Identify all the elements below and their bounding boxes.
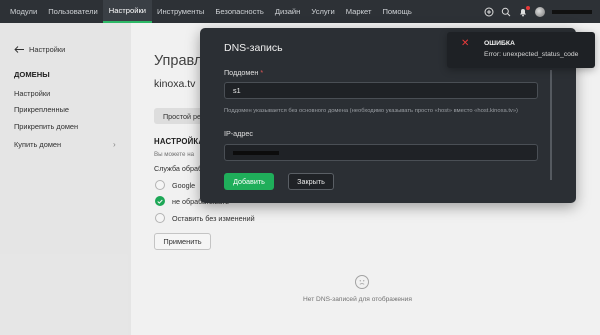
nav-tools[interactable]: Инструменты xyxy=(152,0,210,23)
top-navigation: Модули Пользователи Настройки Инструмент… xyxy=(0,0,600,23)
subdomain-value: s1 xyxy=(233,86,241,95)
subdomain-input[interactable]: s1 xyxy=(224,82,538,99)
toast-title: ОШИБКА xyxy=(484,40,515,47)
required-mark: * xyxy=(260,68,264,77)
nav-settings[interactable]: Настройки xyxy=(103,0,152,23)
nav-modules[interactable]: Модули xyxy=(0,0,43,23)
ip-label: IP-адрес xyxy=(224,129,253,138)
search-icon[interactable] xyxy=(501,7,511,17)
error-icon: ✕ xyxy=(461,38,470,49)
close-button[interactable]: Закрыть xyxy=(288,173,334,190)
notification-dot xyxy=(526,5,530,10)
plus-circle-icon[interactable] xyxy=(484,7,494,17)
nav-design[interactable]: Дизайн xyxy=(269,0,306,23)
ip-input[interactable] xyxy=(224,144,538,161)
subdomain-label-text: Поддомен xyxy=(224,68,259,77)
nav-market[interactable]: Маркет xyxy=(340,0,377,23)
nav-services[interactable]: Услуги xyxy=(306,0,340,23)
subdomain-hint: Поддомен указывается без основного домен… xyxy=(224,108,518,114)
add-button[interactable]: Добавить xyxy=(224,173,274,190)
avatar[interactable] xyxy=(535,6,545,17)
nav-users[interactable]: Пользователи xyxy=(43,0,104,23)
error-toast[interactable]: ✕ ОШИБКА Error: unexpected_status_code xyxy=(447,32,595,68)
nav-help[interactable]: Помощь xyxy=(377,0,417,23)
toast-message: Error: unexpected_status_code xyxy=(484,51,579,58)
nav-security[interactable]: Безопасность xyxy=(210,0,269,23)
username-redacted[interactable] xyxy=(552,9,592,14)
modal-scrollbar[interactable] xyxy=(550,70,552,180)
subdomain-label: Поддомен * xyxy=(224,68,263,77)
bell-icon[interactable] xyxy=(518,5,530,17)
top-icons xyxy=(484,0,592,23)
ip-value-redacted xyxy=(233,150,279,155)
modal-title: DNS-запись xyxy=(224,42,283,54)
